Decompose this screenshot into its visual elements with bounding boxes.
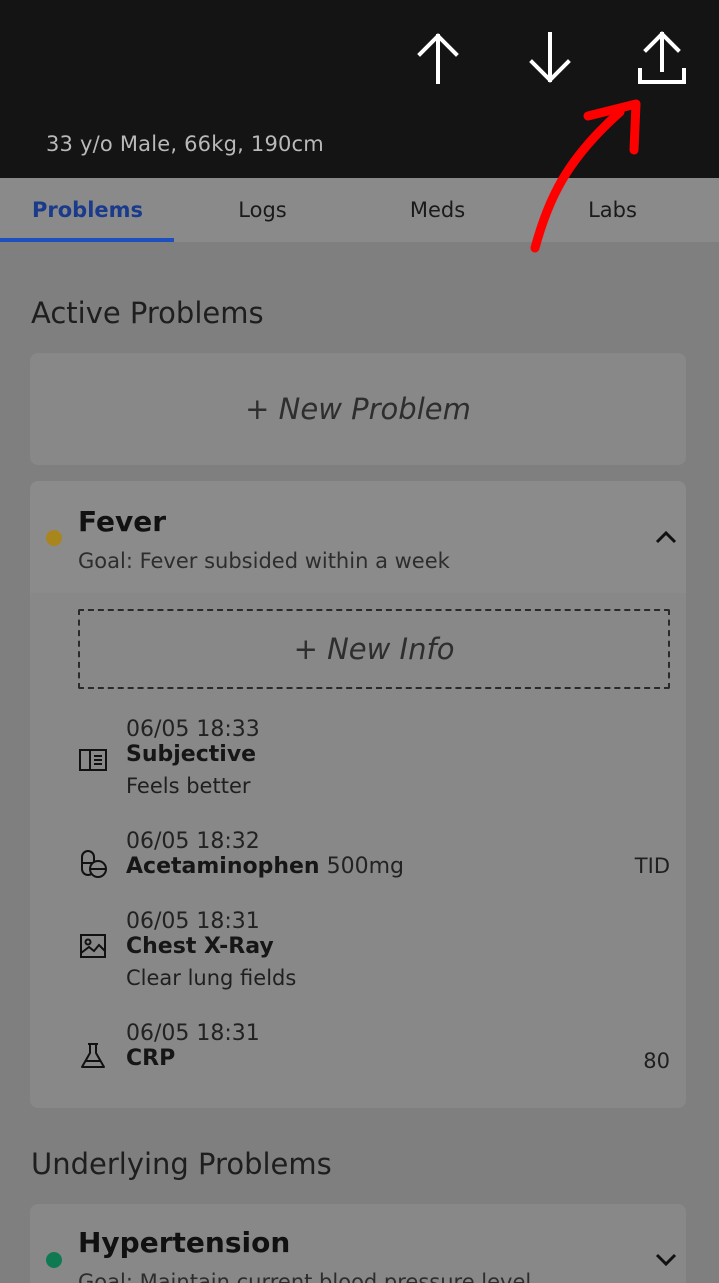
pill-icon [81,850,107,878]
problem-goal: Goal: Maintain current blood pressure le… [78,1270,532,1283]
app-screen: 33 y/o Male, 66kg, 190cm Problems Logs M… [0,0,719,1283]
patient-header: 33 y/o Male, 66kg, 190cm [0,0,719,178]
chevron-up-icon[interactable] [654,529,678,545]
entry-time: 06/05 18:33 [126,717,260,742]
entry-title-text: Acetaminophen [126,854,320,879]
entry-title: Acetaminophen 500mg [126,854,404,879]
arrow-up-icon [417,33,459,84]
problem-card-hypertension[interactable]: Hypertension Goal: Maintain current bloo… [30,1204,686,1283]
log-entry[interactable]: 06/05 18:31 CRP 80 [30,1021,686,1108]
new-problem-button[interactable]: + New Problem [30,353,686,465]
entry-title: Subjective [126,742,256,767]
tab-bar: Problems Logs Meds Labs [0,178,719,242]
tab-meds[interactable]: Meds [350,178,525,242]
underlying-problems-title: Underlying Problems [31,1147,332,1181]
entry-time: 06/05 18:31 [126,909,260,934]
entry-desc: Clear lung fields [126,966,297,990]
upload-icon [638,31,686,84]
entry-title: CRP [126,1046,175,1071]
entry-frequency: TID [634,854,670,878]
entry-time: 06/05 18:31 [126,1021,260,1046]
image-icon [80,934,106,958]
flask-icon [81,1043,105,1068]
log-entry[interactable]: 06/05 18:33 Subjective Feels better [30,717,686,807]
arrow-down-icon [529,32,571,83]
tab-problems[interactable]: Problems [0,178,175,242]
problem-name: Hypertension [78,1226,291,1259]
entry-dose: 500mg [319,854,404,879]
arrow-down-button[interactable] [522,30,578,86]
problem-goal: Goal: Fever subsided within a week [78,549,450,573]
status-dot [46,1252,62,1268]
problem-card-fever: Fever Goal: Fever subsided within a week… [30,481,686,1108]
entry-desc: Feels better [126,774,251,798]
log-entry[interactable]: 06/05 18:32 Acetaminophen 500mg TID [30,829,686,919]
entry-time: 06/05 18:32 [126,829,260,854]
note-icon [79,749,107,771]
active-problems-title: Active Problems [31,296,264,330]
patient-info: 33 y/o Male, 66kg, 190cm [46,132,324,156]
entry-value: 80 [643,1049,670,1073]
entry-title: Chest X-Ray [126,934,274,959]
problem-name: Fever [78,505,167,538]
entry-title-text: Subjective [126,742,257,767]
new-info-button[interactable]: + New Info [78,609,670,689]
tab-labs[interactable]: Labs [525,178,700,242]
arrow-up-button[interactable] [410,30,466,86]
status-dot [46,530,62,546]
entry-title-text: CRP [126,1046,176,1071]
entry-title-text: Chest X-Ray [126,934,274,959]
tab-logs[interactable]: Logs [175,178,350,242]
problem-header[interactable]: Fever Goal: Fever subsided within a week [30,481,686,593]
chevron-down-icon[interactable] [654,1252,678,1268]
log-entry[interactable]: 06/05 18:31 Chest X-Ray Clear lung field… [30,909,686,999]
upload-button[interactable] [634,30,690,86]
